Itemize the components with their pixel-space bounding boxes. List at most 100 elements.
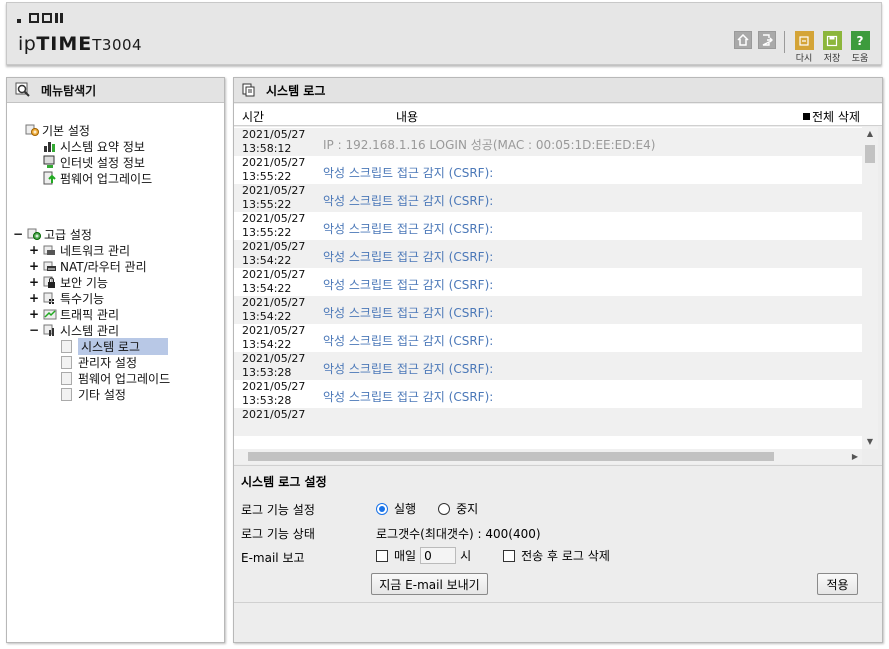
log-timestamp: 2021/05/27 13:55:22 — [242, 156, 305, 183]
stop-radio[interactable] — [438, 502, 451, 515]
scroll-right-icon[interactable]: ▶ — [852, 449, 858, 464]
home-icon[interactable] — [734, 31, 752, 49]
scroll-up-icon[interactable]: ▲ — [862, 127, 878, 141]
monitor-icon — [43, 155, 55, 168]
undo-button[interactable]: 다시 — [793, 31, 815, 64]
log-date: 2021/05/27 — [242, 324, 306, 337]
iptime-logo: ipTIMET3004 — [18, 33, 143, 55]
toolbar-divider — [784, 31, 785, 53]
tree-item-admin-settings[interactable]: 관리자 설정 — [61, 354, 137, 370]
log-timestamp: 2021/05/27 13:54:22 — [242, 324, 305, 351]
tree-node-network[interactable]: + 네트워크 관리 — [29, 242, 130, 258]
vertical-scroll-thumb[interactable] — [865, 145, 875, 163]
log-time: 13:54:22 — [242, 253, 292, 267]
email-report-label: E-mail 보고 — [241, 551, 305, 565]
help-icon: ? — [850, 31, 870, 50]
log-time: 13:54:22 — [242, 281, 292, 295]
log-message: 악성 스크립트 접근 감지 (CSRF): — [323, 306, 494, 320]
menu-explorer-panel: 메뉴탐색기 기본 설정 시스템 요약 정보 인터넷 설정 정보 펌웨어 업그레이… — [6, 77, 225, 643]
horizontal-scroll-thumb[interactable] — [248, 452, 774, 461]
system-log-panel: 시스템 로그 시간 내용 전체 삭제 2021/05/27 13:58:12 IP … — [233, 77, 883, 643]
log-time: 13:53:28 — [242, 365, 292, 379]
hour-input[interactable] — [420, 547, 457, 564]
send-email-now-button[interactable]: 지금 E-mail 보내기 — [371, 573, 488, 595]
log-time: 13:54:22 — [242, 309, 292, 323]
log-time: 13:53:28 — [242, 393, 292, 407]
tree-node-security[interactable]: + 보안 기능 — [29, 274, 108, 290]
expand-icon[interactable]: + — [29, 291, 39, 305]
daily-label: 매일 — [394, 549, 417, 563]
expand-icon[interactable]: + — [29, 243, 39, 257]
tree-item-internet-info[interactable]: 인터넷 설정 정보 — [43, 154, 145, 170]
run-label: 실행 — [394, 502, 417, 516]
system-chart-icon — [43, 324, 54, 336]
log-row: 2021/05/27 13:55:22 악성 스크립트 접근 감지 (CSRF): — [234, 212, 862, 240]
expand-icon[interactable]: + — [29, 307, 39, 321]
logout-icon[interactable] — [758, 31, 776, 49]
log-settings-title: 시스템 로그 설정 — [241, 475, 327, 489]
log-message: 악성 스크립트 접근 감지 (CSRF): — [323, 250, 494, 264]
log-date: 2021/05/27 — [242, 352, 306, 365]
log-message: 악성 스크립트 접근 감지 (CSRF): — [323, 194, 494, 208]
network-icon — [43, 245, 55, 255]
apply-button[interactable]: 적용 — [817, 573, 858, 595]
lock-icon — [43, 276, 55, 288]
delete-all-button[interactable]: 전체 삭제 — [803, 108, 860, 125]
log-date: 2021/05/27 — [242, 156, 306, 169]
log-function-options: 실행 중지 — [376, 500, 478, 517]
collapse-icon[interactable]: − — [29, 323, 39, 337]
log-message: 악성 스크립트 접근 감지 (CSRF): — [323, 278, 494, 292]
log-timestamp: 2021/05/27 13:54:22 — [242, 296, 305, 323]
log-time: 13:54:22 — [242, 337, 292, 351]
log-timestamp: 2021/05/27 13:55:22 — [242, 184, 305, 211]
email-report-options: 매일 시 전송 후 로그 삭제 — [376, 547, 610, 564]
folder-settings-icon — [27, 228, 41, 240]
log-row: 2021/05/27 13:53:28 악성 스크립트 접근 감지 (CSRF): — [234, 352, 862, 380]
tree-item-other-settings[interactable]: 기타 설정 — [61, 386, 126, 402]
daily-checkbox[interactable] — [376, 549, 388, 562]
tree-item-firmware-upgrade[interactable]: 펌웨어 업그레이드 — [43, 170, 152, 186]
log-message: 악성 스크립트 접근 감지 (CSRF): — [323, 390, 494, 404]
log-time: 13:55:22 — [242, 169, 292, 183]
horizontal-scrollbar[interactable]: ▶ — [234, 449, 862, 464]
delete-after-send-checkbox[interactable] — [503, 549, 516, 562]
expand-icon[interactable]: + — [29, 275, 39, 289]
document-icon — [242, 83, 255, 97]
tree-node-system-management[interactable]: − 시스템 관리 — [29, 322, 119, 338]
log-row: 2021/05/27 13:54:22 악성 스크립트 접근 감지 (CSRF): — [234, 268, 862, 296]
tree-node-nat-router[interactable]: + NAT/라우터 관리 — [29, 258, 147, 274]
log-time: 13:58:12 — [242, 141, 292, 155]
help-button[interactable]: ? 도움 — [849, 31, 871, 64]
save-icon — [822, 31, 842, 50]
log-row: 2021/05/27 13:54:22 악성 스크립트 접근 감지 (CSRF): — [234, 296, 862, 324]
tree-node-special[interactable]: + 특수기능 — [29, 290, 104, 306]
log-message: IP : 192.168.1.16 LOGIN 성공(MAC : 00:05:1… — [323, 138, 656, 152]
save-button[interactable]: 저장 — [821, 31, 843, 64]
tree-node-advanced-settings[interactable]: − 고급 설정 — [13, 226, 92, 242]
expand-icon[interactable]: + — [29, 259, 39, 273]
panel-bottom-divider — [234, 602, 882, 603]
save-label: 저장 — [823, 54, 841, 64]
chart-icon — [44, 142, 55, 152]
top-header: ipTIMET3004 다시 저장 ? 도움 — [6, 2, 882, 65]
log-timestamp: 2021/05/27 13:53:28 — [242, 352, 305, 379]
log-timestamp: 2021/05/27 13:58:12 — [242, 128, 305, 155]
tree-item-firmware-upgrade-adv[interactable]: 펌웨어 업그레이드 — [61, 370, 170, 386]
collapse-icon[interactable]: − — [13, 227, 23, 241]
tree-item-system-summary[interactable]: 시스템 요약 정보 — [43, 138, 145, 154]
run-radio[interactable] — [376, 502, 388, 515]
log-settings-section: 시스템 로그 설정 로그 기능 설정 실행 중지 로그 기능 상태 로그갯수(최… — [234, 465, 882, 603]
tree-item-system-log[interactable]: 시스템 로그 — [61, 337, 169, 355]
tree-node-traffic[interactable]: + 트래픽 관리 — [29, 306, 119, 322]
log-status-label: 로그 기능 상태 — [241, 527, 315, 541]
log-timestamp: 2021/05/27 — [242, 408, 305, 422]
log-date: 2021/05/27 — [242, 128, 306, 141]
magnifier-icon — [15, 82, 30, 97]
page-icon — [61, 387, 72, 401]
vertical-scrollbar[interactable]: ▲ ▼ — [862, 127, 878, 449]
scroll-down-icon[interactable]: ▼ — [862, 435, 878, 449]
tree-node-basic-settings[interactable]: 기본 설정 — [25, 122, 90, 138]
log-date: 2021/05/27 — [242, 408, 306, 421]
log-date: 2021/05/27 — [242, 296, 306, 309]
column-header-content: 내용 — [396, 110, 419, 124]
